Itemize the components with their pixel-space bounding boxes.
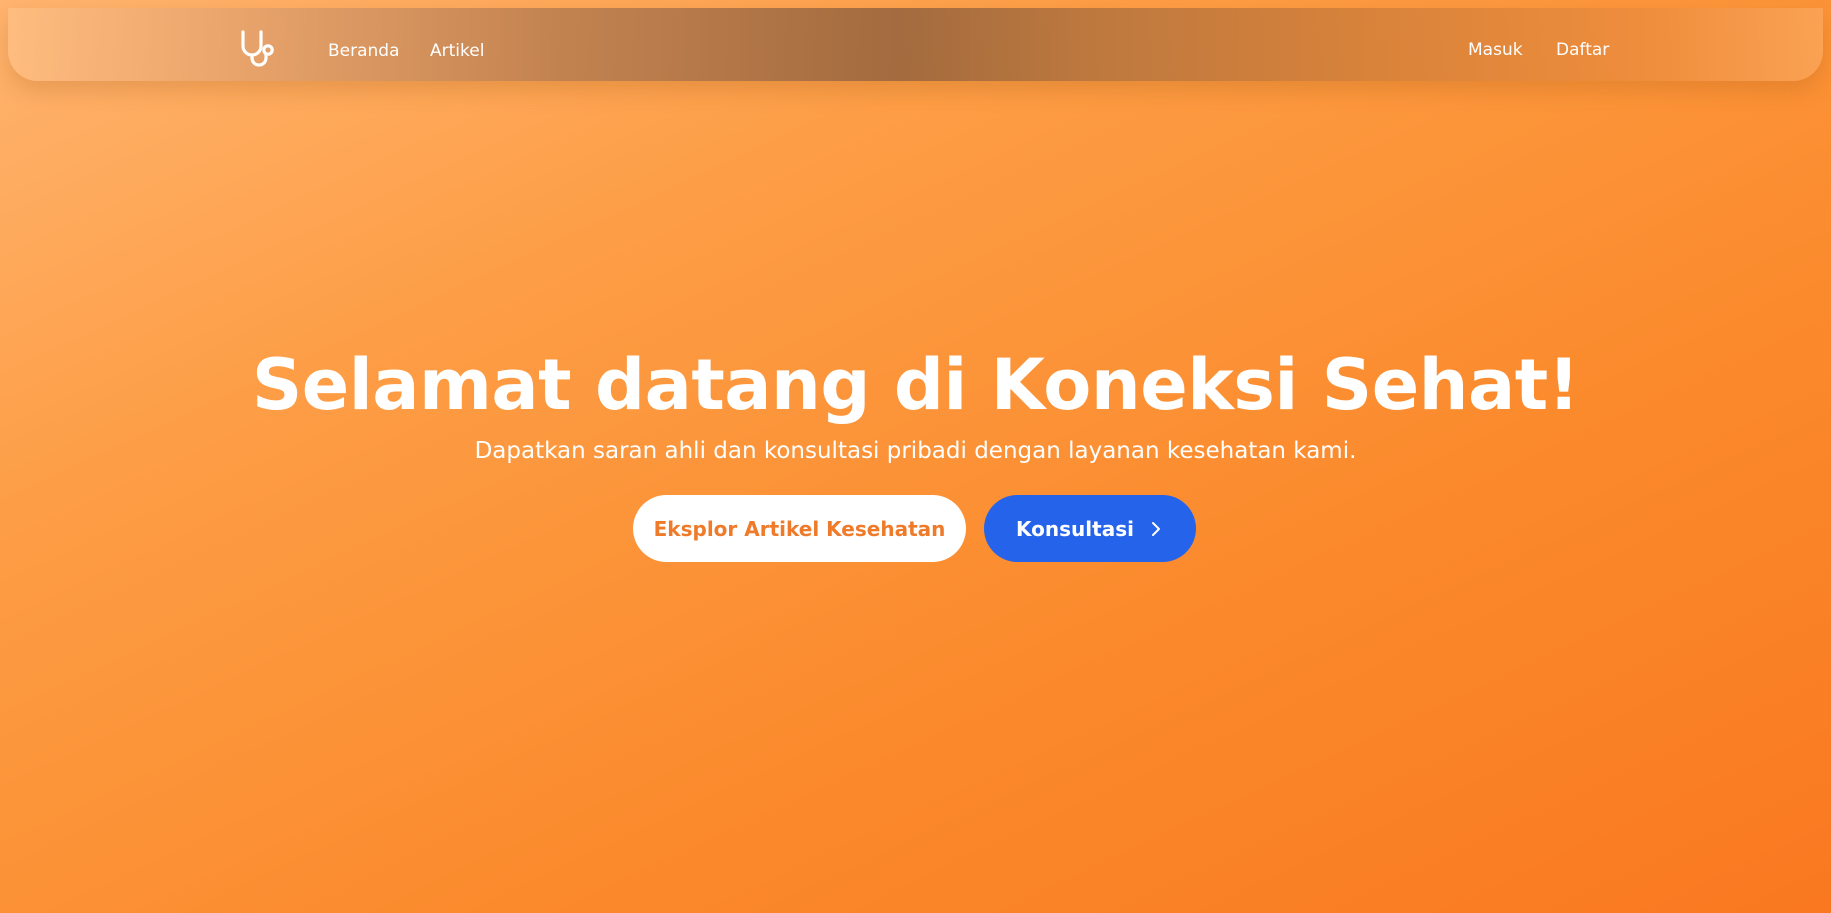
hero-subtitle: Dapatkan saran ahli dan konsultasi priba… bbox=[474, 438, 1357, 464]
nav-link-login[interactable]: Masuk bbox=[1468, 40, 1523, 60]
chevron-right-icon bbox=[1151, 521, 1160, 536]
nav-link-articles[interactable]: Artikel bbox=[430, 41, 484, 61]
explore-articles-label: Eksplor Artikel Kesehatan bbox=[653, 516, 946, 541]
consultation-button[interactable]: Konsultasi bbox=[984, 495, 1196, 562]
stethoscope-icon[interactable] bbox=[233, 24, 281, 72]
consultation-label: Konsultasi bbox=[1016, 516, 1134, 541]
top-navbar: Beranda Artikel Masuk Daftar bbox=[8, 8, 1823, 81]
explore-articles-button[interactable]: Eksplor Artikel Kesehatan bbox=[633, 495, 966, 562]
nav-link-register[interactable]: Daftar bbox=[1556, 40, 1609, 60]
nav-link-home[interactable]: Beranda bbox=[328, 41, 400, 61]
hero-section: Selamat datang di Koneksi Sehat! Dapatka… bbox=[0, 0, 1831, 913]
hero-title: Selamat datang di Koneksi Sehat! bbox=[251, 344, 1580, 426]
